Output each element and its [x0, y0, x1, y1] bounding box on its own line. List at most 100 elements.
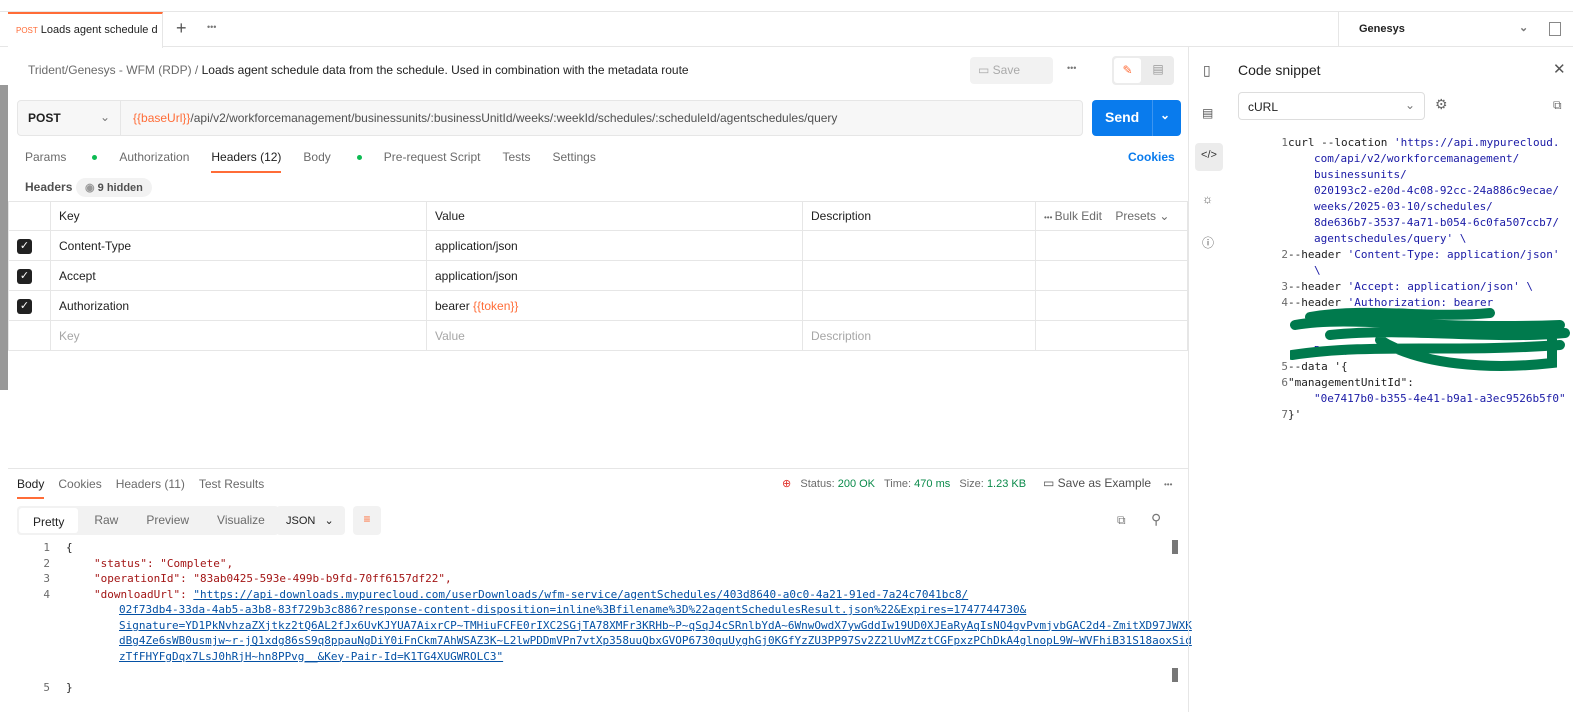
- header-description[interactable]: [802, 290, 1036, 321]
- redaction-scribble: [1290, 307, 1570, 371]
- url-variable: {{baseUrl}}: [133, 111, 191, 125]
- comments-icon[interactable]: ▤: [1202, 106, 1213, 120]
- send-options-icon[interactable]: ⌄: [1160, 108, 1170, 122]
- method-select[interactable]: POST ⌄: [18, 101, 121, 135]
- method-label: POST: [28, 111, 61, 125]
- save-button[interactable]: ▭ Save: [970, 57, 1053, 84]
- download-url-line[interactable]: Signature=YD1PkNvhzaZXjtkz2tQ6AL2fJx6UvK…: [119, 618, 1192, 634]
- header-key[interactable]: Authorization: [50, 290, 427, 321]
- chevron-down-icon: ⌄: [99, 110, 110, 124]
- json-line: {: [66, 541, 73, 554]
- tab-test-results[interactable]: Test Results: [199, 477, 264, 499]
- tab-body[interactable]: Body: [303, 150, 362, 173]
- environment-selector[interactable]: Genesys ⌄: [1338, 12, 1573, 47]
- json-line: }: [66, 680, 73, 694]
- download-url-link[interactable]: "https://api-downloads.mypurecloud.com/u…: [193, 588, 968, 601]
- tab-headers[interactable]: Headers (12): [211, 150, 282, 173]
- code-icon[interactable]: </>: [1195, 143, 1223, 171]
- download-url-line[interactable]: dBg4Ze6sWB0usmjw~r-jQ1xdg86sS9q8ppauNgDi…: [119, 633, 1192, 649]
- table-row: ✓ Accept application/json: [8, 260, 1188, 291]
- col-description: Description: [802, 201, 1036, 231]
- save-label: Save: [992, 63, 1021, 77]
- request-tabs: Params Authorization Headers (12) Body P…: [25, 150, 618, 173]
- save-as-example-button[interactable]: ▭ Save as Example: [1043, 476, 1151, 490]
- pencil-icon[interactable]: ✎: [1114, 58, 1141, 83]
- wrap-lines-icon[interactable]: ≡: [353, 506, 381, 535]
- search-icon[interactable]: ⚲: [1151, 511, 1161, 528]
- tab-pre-request-script[interactable]: Pre-request Script: [384, 150, 481, 173]
- header-key[interactable]: Content-Type: [50, 230, 427, 261]
- copy-icon[interactable]: ⧉: [1553, 98, 1562, 113]
- scrollbar[interactable]: [0, 85, 8, 390]
- tab-params[interactable]: Params: [25, 150, 98, 173]
- format-select[interactable]: JSON ⌄: [276, 506, 345, 535]
- close-icon[interactable]: ✕: [1553, 60, 1566, 78]
- save-icon: ▭: [1043, 476, 1058, 490]
- panel-title: Code snippet: [1238, 62, 1321, 78]
- new-tab-icon[interactable]: +: [176, 18, 187, 39]
- tab-response-body[interactable]: Body: [17, 477, 45, 499]
- more-actions-icon[interactable]: •••: [1067, 63, 1076, 73]
- lightbulb-icon[interactable]: ☼: [1202, 192, 1213, 206]
- view-preview[interactable]: Preview: [132, 506, 203, 535]
- new-description-input[interactable]: Description: [802, 320, 1036, 351]
- url-path: /api/v2/workforcemanagement/businessunit…: [190, 111, 838, 125]
- view-raw[interactable]: Raw: [80, 506, 132, 535]
- snippet-line: 6 "managementUnitId": "0e7417b0-b355-4e41…: [1281, 376, 1566, 405]
- copy-icon[interactable]: ⧉: [1117, 513, 1126, 528]
- header-description[interactable]: [802, 260, 1036, 291]
- network-warning-icon[interactable]: ⊕: [782, 478, 791, 490]
- more-icon[interactable]: •••: [1164, 480, 1172, 489]
- row-checkbox[interactable]: ✓: [17, 298, 32, 314]
- more-tabs-icon[interactable]: •••: [207, 22, 216, 32]
- header-description[interactable]: [802, 230, 1036, 261]
- breadcrumb-collection[interactable]: Trident/Genesys - WFM (RDP): [28, 63, 192, 77]
- env-quick-look-icon[interactable]: [1549, 22, 1561, 36]
- response-body[interactable]: 1{ 2 "status": "Complete", 3 "operationId"…: [30, 540, 1191, 695]
- download-url-line[interactable]: 02f73db4-33da-4ab5-a3b8-83f729b3c886?res…: [119, 602, 1026, 618]
- status-code[interactable]: 200 OK: [838, 478, 875, 490]
- response-time[interactable]: 470 ms: [914, 478, 950, 490]
- more-icon[interactable]: •••: [1044, 213, 1055, 222]
- scrollbar[interactable]: [1172, 540, 1178, 554]
- header-value[interactable]: application/json: [426, 230, 803, 261]
- json-line: "operationId": "83ab0425-593e-499b-b9fd-…: [94, 572, 452, 585]
- tab-method: POST: [16, 26, 38, 35]
- tab-settings[interactable]: Settings: [553, 150, 596, 173]
- code-snippet[interactable]: 1 curl --location 'https://api.mypureclou…: [1268, 135, 1568, 423]
- info-icon[interactable]: ⓘ: [1202, 234, 1214, 251]
- hidden-count: 9 hidden: [97, 182, 143, 194]
- row-checkbox[interactable]: ✓: [17, 268, 32, 284]
- download-url-line[interactable]: zTfFHYFgDqx7LsJ0hRjH~hn8PPvg__&Key-Pair-…: [119, 649, 503, 665]
- bulk-edit-link[interactable]: Bulk Edit: [1055, 209, 1102, 223]
- new-value-input[interactable]: Value: [426, 320, 803, 351]
- header-value[interactable]: bearer {{token}}: [426, 290, 803, 321]
- header-key[interactable]: Accept: [50, 260, 427, 291]
- presets-dropdown[interactable]: Presets: [1115, 209, 1156, 223]
- response-size[interactable]: 1.23 KB: [987, 478, 1026, 490]
- language-select[interactable]: cURL ⌄: [1238, 92, 1425, 120]
- url-input[interactable]: {{baseUrl}}/api/v2/workforcemanagement/b…: [121, 101, 849, 135]
- view-pretty[interactable]: Pretty: [19, 508, 79, 533]
- hidden-headers-toggle[interactable]: ◉ 9 hidden: [76, 178, 152, 197]
- new-key-input[interactable]: Key: [50, 320, 427, 351]
- mode-toggle: ✎ ▤: [1112, 56, 1174, 85]
- tab-tests[interactable]: Tests: [502, 150, 530, 173]
- tab-response-headers[interactable]: Headers (11): [116, 477, 185, 499]
- snippet-line: 1 curl --location 'https://api.mypureclou…: [1281, 136, 1560, 245]
- window-chrome: [0, 0, 1573, 12]
- breadcrumb-request: Loads agent schedule data from the sched…: [201, 63, 689, 77]
- tab-authorization[interactable]: Authorization: [119, 150, 189, 173]
- header-value[interactable]: application/json: [426, 260, 803, 291]
- cookies-link[interactable]: Cookies: [1128, 150, 1175, 164]
- request-tab[interactable]: POST Loads agent schedule d: [8, 12, 163, 48]
- scrollbar[interactable]: [1172, 668, 1178, 682]
- send-label: Send: [1105, 109, 1140, 125]
- send-button[interactable]: Send ⌄: [1092, 100, 1181, 136]
- comment-icon[interactable]: ▤: [1146, 60, 1170, 81]
- row-checkbox[interactable]: ✓: [17, 238, 32, 254]
- settings-gear-icon[interactable]: ⚙: [1435, 96, 1448, 113]
- tab-response-cookies[interactable]: Cookies: [58, 477, 101, 499]
- view-visualize[interactable]: Visualize: [203, 506, 279, 535]
- documentation-icon[interactable]: ▯: [1203, 62, 1211, 79]
